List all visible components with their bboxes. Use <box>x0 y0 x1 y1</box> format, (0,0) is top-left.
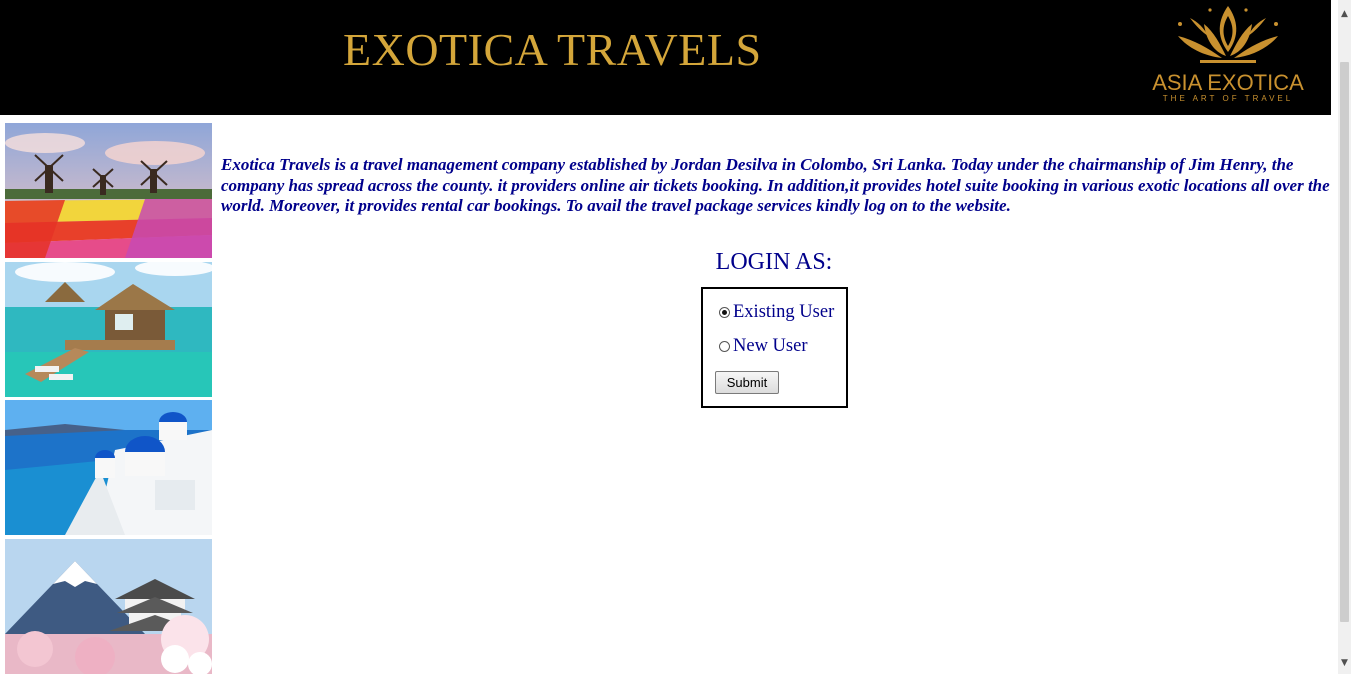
logo-tagline: THE ART OF TRAVEL <box>1162 94 1294 103</box>
logo-name: ASIA EXOTICA <box>1152 70 1304 95</box>
site-header: EXOTICA TRAVELS ASIA EXOTICA THE ART OF … <box>0 0 1331 115</box>
vertical-scrollbar[interactable]: ▲ ▼ <box>1338 0 1351 674</box>
lotus-icon <box>1178 6 1278 63</box>
scroll-thumb[interactable] <box>1340 62 1349 622</box>
asia-exotica-logo: ASIA EXOTICA THE ART OF TRAVEL <box>1128 2 1328 106</box>
login-form: Existing User New User Submit <box>701 287 848 408</box>
login-heading: LOGIN AS: <box>715 249 833 275</box>
existing-user-label: Existing User <box>733 301 835 322</box>
submit-button[interactable]: Submit <box>715 371 779 394</box>
new-user-label: New User <box>733 335 808 356</box>
windmills-tulips-image <box>5 123 212 258</box>
santorini-domes-image <box>5 400 212 535</box>
new-user-option[interactable]: New User <box>719 335 808 357</box>
intro-paragraph: Exotica Travels is a travel management c… <box>221 155 1330 215</box>
new-user-radio[interactable] <box>719 340 730 352</box>
existing-user-radio[interactable] <box>719 306 730 318</box>
existing-user-option[interactable]: Existing User <box>719 301 834 323</box>
scroll-up-icon[interactable]: ▲ <box>1338 6 1351 23</box>
scroll-down-icon[interactable]: ▼ <box>1338 655 1351 672</box>
site-title: EXOTICA TRAVELS <box>343 24 762 75</box>
overwater-bungalow-image <box>5 262 212 397</box>
mount-fuji-castle-image <box>5 539 212 674</box>
